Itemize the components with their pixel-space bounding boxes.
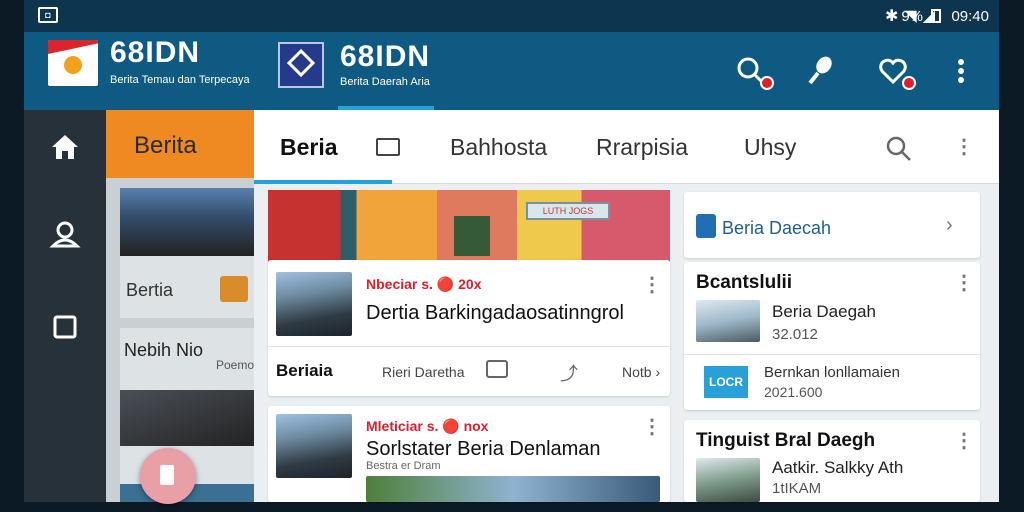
tab-bahhosta[interactable]: Bahhosta xyxy=(450,134,547,161)
region-label: Beria Daecah xyxy=(722,218,832,238)
region-icon xyxy=(696,214,716,238)
building-window xyxy=(454,216,490,256)
section-more-icon[interactable] xyxy=(954,428,974,453)
notification-icon: ◘ xyxy=(38,7,58,23)
sidebar-item-time: 1tIKAM xyxy=(772,480,822,497)
share-icon[interactable]: ⤴ xyxy=(560,360,578,386)
background-card-title: Nebih Nio xyxy=(124,340,204,360)
news-image xyxy=(366,476,660,502)
profile-icon xyxy=(49,221,81,248)
tab-rrarpisia[interactable]: Rrarpisia xyxy=(596,134,688,161)
battery-percent: 9% xyxy=(901,8,923,25)
active-tab-indicator xyxy=(254,180,392,184)
secondary-brand-title: 68IDN xyxy=(340,40,431,73)
news-card[interactable]: Mleticiar s. 🔴 nox Sorlstater Beria Denl… xyxy=(268,406,670,502)
mic-icon xyxy=(808,56,832,85)
tab-bar: Beria Bahhosta Rrarpisia Uhsy xyxy=(254,110,999,184)
tab-edit-icon[interactable] xyxy=(376,138,400,156)
sidebar-section-title: Bcantslulii xyxy=(696,272,793,293)
read-more-link[interactable]: Notb › xyxy=(622,364,660,380)
news-photo xyxy=(120,188,258,256)
card-more-icon[interactable] xyxy=(642,272,662,297)
sidebar-item-title[interactable]: Aatkir. Salkky Ath xyxy=(772,458,903,478)
news-kicker: Mleticiar s. 🔴 nox xyxy=(366,418,489,434)
search-icon xyxy=(886,136,911,161)
navigation-rail xyxy=(24,110,106,502)
news-subline: Bestra er Dram xyxy=(366,460,441,472)
card-divider xyxy=(268,346,670,347)
notification-dot xyxy=(902,76,916,90)
battery-icon xyxy=(931,9,941,23)
building-sign: LUTH JOGS xyxy=(526,202,610,220)
hero-image[interactable]: LUTH JOGS xyxy=(268,190,670,262)
app-bar: 68IDN Berita Temau dan Terpecaya 68IDN B… xyxy=(24,32,999,110)
square-icon xyxy=(53,315,77,339)
clock: 09:40 xyxy=(951,8,989,25)
tab-beria[interactable]: Beria xyxy=(280,134,338,161)
square-button[interactable] xyxy=(48,310,82,344)
sidebar-item-title[interactable]: Beria Daegah xyxy=(772,302,876,322)
tab-search-button[interactable] xyxy=(884,134,914,164)
read-more-label: Notb xyxy=(622,364,652,380)
sidebar-badge: LOCR xyxy=(704,366,748,398)
secondary-logo[interactable] xyxy=(278,42,324,88)
search-button[interactable] xyxy=(734,54,774,90)
card-more-icon[interactable] xyxy=(642,414,662,439)
news-panel: Beria Bahhosta Rrarpisia Uhsy LUTH JOGS … xyxy=(254,110,999,502)
background-card[interactable]: Bertia xyxy=(120,188,258,318)
region-card[interactable]: Beria Daecah › xyxy=(684,192,980,258)
background-header-title: Berita xyxy=(134,132,197,159)
news-source: Beriaia xyxy=(276,361,333,380)
news-kicker: Nbeciar s. 🔴 20x xyxy=(366,276,482,292)
background-header: Berita xyxy=(106,110,258,178)
section-more-icon[interactable] xyxy=(954,270,974,295)
sidebar-section: Bcantslulii Beria Daegah 32.012 LOCR Ber… xyxy=(684,262,980,410)
brand-subtitle: Berita Temau dan Terpecaya xyxy=(110,74,250,86)
news-meta: Rieri Daretha xyxy=(382,364,465,380)
sidebar-item-time: 2021.600 xyxy=(764,384,823,400)
compose-fab[interactable] xyxy=(140,448,196,504)
comment-icon xyxy=(220,276,248,302)
news-photo xyxy=(120,390,258,446)
bookmark-icon[interactable] xyxy=(486,360,508,378)
mic-button[interactable] xyxy=(804,54,838,88)
home-icon xyxy=(52,135,78,159)
news-thumbnail xyxy=(276,414,352,478)
section-divider xyxy=(684,354,980,355)
notification-dot xyxy=(760,76,774,90)
brand-title: 68IDN xyxy=(110,36,201,69)
chevron-right-icon[interactable]: › xyxy=(946,214,953,237)
sidebar-section: Tinguist Bral Daegh Aatkir. Salkky Ath 1… xyxy=(684,420,980,502)
secondary-brand-subtitle: Berita Daerah Aria xyxy=(340,76,430,88)
background-card-sub: Poemo xyxy=(216,358,255,372)
sidebar-section-title: Tinguist Bral Daegh xyxy=(696,430,876,451)
news-headline[interactable]: Sorlstater Beria Denlaman xyxy=(366,438,601,461)
news-thumbnail xyxy=(276,272,352,336)
brand-logo[interactable] xyxy=(48,40,98,86)
tab-uhsy[interactable]: Uhsy xyxy=(744,134,796,161)
profile-button[interactable] xyxy=(48,218,82,252)
news-headline[interactable]: Dertia Barkingadaosatinngrol xyxy=(366,302,624,325)
news-card[interactable]: Nbeciar s. 🔴 20x Dertia Barkingadaosatin… xyxy=(268,260,670,396)
news-thumbnail xyxy=(696,458,760,502)
news-thumbnail xyxy=(696,300,760,342)
background-column: Berita Bertia Nebih Nio Poemo xyxy=(106,110,258,502)
sidebar-item-time: 32.012 xyxy=(772,326,818,343)
more-options-button[interactable] xyxy=(944,54,978,88)
more-icon xyxy=(958,59,964,83)
favorite-button[interactable] xyxy=(876,54,916,90)
tab-more-icon[interactable] xyxy=(954,134,974,159)
background-card-label: Bertia xyxy=(126,280,174,300)
status-bar: ◘ ✱◥◢ 9% 09:40 xyxy=(24,0,999,32)
sidebar-item-title[interactable]: Bernkan lonllamaien xyxy=(764,364,900,381)
home-button[interactable] xyxy=(48,130,82,164)
